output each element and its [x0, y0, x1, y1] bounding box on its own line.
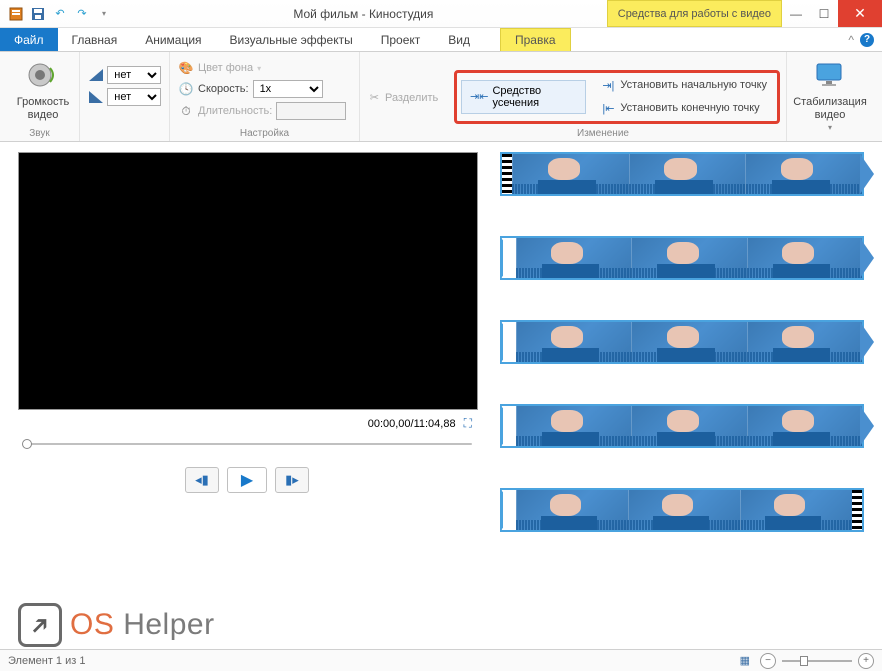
- redo-icon[interactable]: ↷: [74, 6, 90, 22]
- clip-row[interactable]: [500, 404, 864, 448]
- duration-label: Длительность:: [198, 105, 272, 117]
- save-icon[interactable]: [30, 6, 46, 22]
- undo-icon[interactable]: ↶: [52, 6, 68, 22]
- next-frame-button[interactable]: ▮▸: [275, 467, 309, 493]
- set-start-label: Установить начальную точку: [620, 79, 767, 91]
- play-button[interactable]: ▶: [227, 467, 267, 493]
- tab-effects[interactable]: Визуальные эффекты: [216, 28, 367, 51]
- qat-dropdown-icon[interactable]: ▾: [96, 6, 112, 22]
- filmstrip-icon: [852, 490, 862, 530]
- duration-select: [276, 102, 346, 120]
- split-button[interactable]: ✂ Разделить: [364, 89, 445, 106]
- set-start-icon: ⇥|: [602, 79, 614, 92]
- clock-icon: 🕓: [178, 81, 194, 97]
- thumbnails-view-icon[interactable]: ▦: [740, 654, 750, 667]
- title-bar: ↶ ↷ ▾ Мой фильм - Киностудия Средства дл…: [0, 0, 882, 28]
- fullscreen-icon[interactable]: ⛶: [464, 416, 472, 431]
- contextual-tab-header: Средства для работы с видео: [607, 0, 782, 27]
- split-label: Разделить: [385, 92, 438, 104]
- preview-pane: 00:00,00/11:04,88 ⛶ ◂▮ ▶ ▮▸: [0, 142, 490, 649]
- video-volume-label: Громкость видео: [17, 96, 69, 121]
- quick-access-toolbar: ↶ ↷ ▾: [0, 6, 120, 22]
- set-end-label: Установить конечную точку: [620, 102, 759, 114]
- fade-in-icon: [88, 67, 103, 83]
- clip-row[interactable]: [500, 320, 864, 364]
- trim-highlight-area: ⇥⇤ Средство усечения ⇥| Установить начал…: [454, 70, 780, 124]
- set-end-button[interactable]: |⇤ Установить конечную точку: [596, 100, 773, 117]
- speed-label: Скорость:: [198, 83, 249, 95]
- fade-out-select[interactable]: нет: [107, 88, 161, 106]
- status-elements: Элемент 1 из 1: [8, 655, 85, 667]
- trim-tool-button[interactable]: ⇥⇤ Средство усечения: [461, 80, 586, 114]
- speed-select[interactable]: 1x: [253, 80, 323, 98]
- video-preview[interactable]: [18, 152, 478, 410]
- fade-out-icon: [88, 89, 103, 105]
- clip-row[interactable]: [500, 152, 864, 196]
- seek-thumb[interactable]: [22, 439, 32, 449]
- group-label-settings: Настройка: [170, 128, 359, 139]
- filmstrip-icon: [502, 154, 512, 194]
- group-label-sound: Звук: [0, 128, 79, 139]
- monitor-icon: [813, 60, 847, 94]
- prev-frame-button[interactable]: ◂▮: [185, 467, 219, 493]
- trim-icon: ⇥⇤: [470, 90, 488, 103]
- group-label-change: Изменение: [448, 128, 758, 139]
- trim-tool-label: Средство усечения: [492, 85, 577, 109]
- minimize-button[interactable]: —: [782, 0, 810, 27]
- status-bar: Элемент 1 из 1 ▦ − +: [0, 649, 882, 671]
- fade-in-select[interactable]: нет: [107, 66, 161, 84]
- storyboard-pane[interactable]: [490, 142, 882, 649]
- time-display: 00:00,00/11:04,88: [368, 418, 456, 430]
- set-end-icon: |⇤: [602, 102, 614, 115]
- app-icon: [8, 6, 24, 22]
- cursor-icon: ➔: [18, 603, 62, 647]
- maximize-button[interactable]: ☐: [810, 0, 838, 27]
- bgcolor-label: Цвет фона: [198, 62, 253, 74]
- fade-out-row: нет: [88, 88, 161, 106]
- window-title: Мой фильм - Киностудия: [120, 7, 607, 21]
- duration-icon: ⏱: [178, 103, 194, 119]
- fade-in-row: нет: [88, 66, 161, 84]
- watermark: ➔ OS Helper: [18, 603, 215, 647]
- ribbon: Громкость видео Звук нет нет 🎨 Цвет фона…: [0, 52, 882, 142]
- playback-controls: ◂▮ ▶ ▮▸: [18, 467, 476, 493]
- tab-edit[interactable]: Правка: [500, 28, 571, 51]
- stabilize-button[interactable]: Стабилизация видео ▾: [795, 56, 865, 132]
- tab-view[interactable]: Вид: [434, 28, 484, 51]
- seek-bar[interactable]: [18, 437, 478, 451]
- clip-row[interactable]: [500, 236, 864, 280]
- tab-project[interactable]: Проект: [367, 28, 435, 51]
- split-icon: ✂: [370, 91, 379, 104]
- close-button[interactable]: ✕: [838, 0, 882, 27]
- zoom-in-button[interactable]: +: [858, 653, 874, 669]
- duration-row: ⏱ Длительность:: [178, 102, 351, 120]
- dropdown-icon: ▾: [828, 123, 832, 132]
- bgcolor-row: 🎨 Цвет фона ▾: [178, 60, 351, 76]
- zoom-control: − +: [760, 653, 874, 669]
- tab-file[interactable]: Файл: [0, 28, 58, 51]
- clip-row[interactable]: [500, 488, 864, 532]
- speed-row: 🕓 Скорость: 1x: [178, 80, 351, 98]
- collapse-ribbon-icon[interactable]: ^: [848, 33, 854, 47]
- tab-animation[interactable]: Анимация: [131, 28, 215, 51]
- zoom-slider[interactable]: [782, 660, 852, 662]
- dropdown-icon: ▾: [257, 64, 261, 73]
- stabilize-label: Стабилизация видео: [793, 96, 867, 121]
- watermark-text: OS Helper: [70, 608, 215, 642]
- zoom-out-button[interactable]: −: [760, 653, 776, 669]
- ribbon-tabstrip: Файл Главная Анимация Визуальные эффекты…: [0, 28, 882, 52]
- workspace: 00:00,00/11:04,88 ⛶ ◂▮ ▶ ▮▸: [0, 142, 882, 649]
- speaker-icon: [26, 60, 60, 94]
- video-volume-button[interactable]: Громкость видео: [8, 56, 78, 121]
- window-controls: — ☐ ✕: [782, 0, 882, 27]
- tab-home[interactable]: Главная: [58, 28, 132, 51]
- paint-bucket-icon: 🎨: [178, 60, 194, 76]
- set-start-button[interactable]: ⇥| Установить начальную точку: [596, 77, 773, 94]
- help-icon[interactable]: ?: [860, 33, 874, 47]
